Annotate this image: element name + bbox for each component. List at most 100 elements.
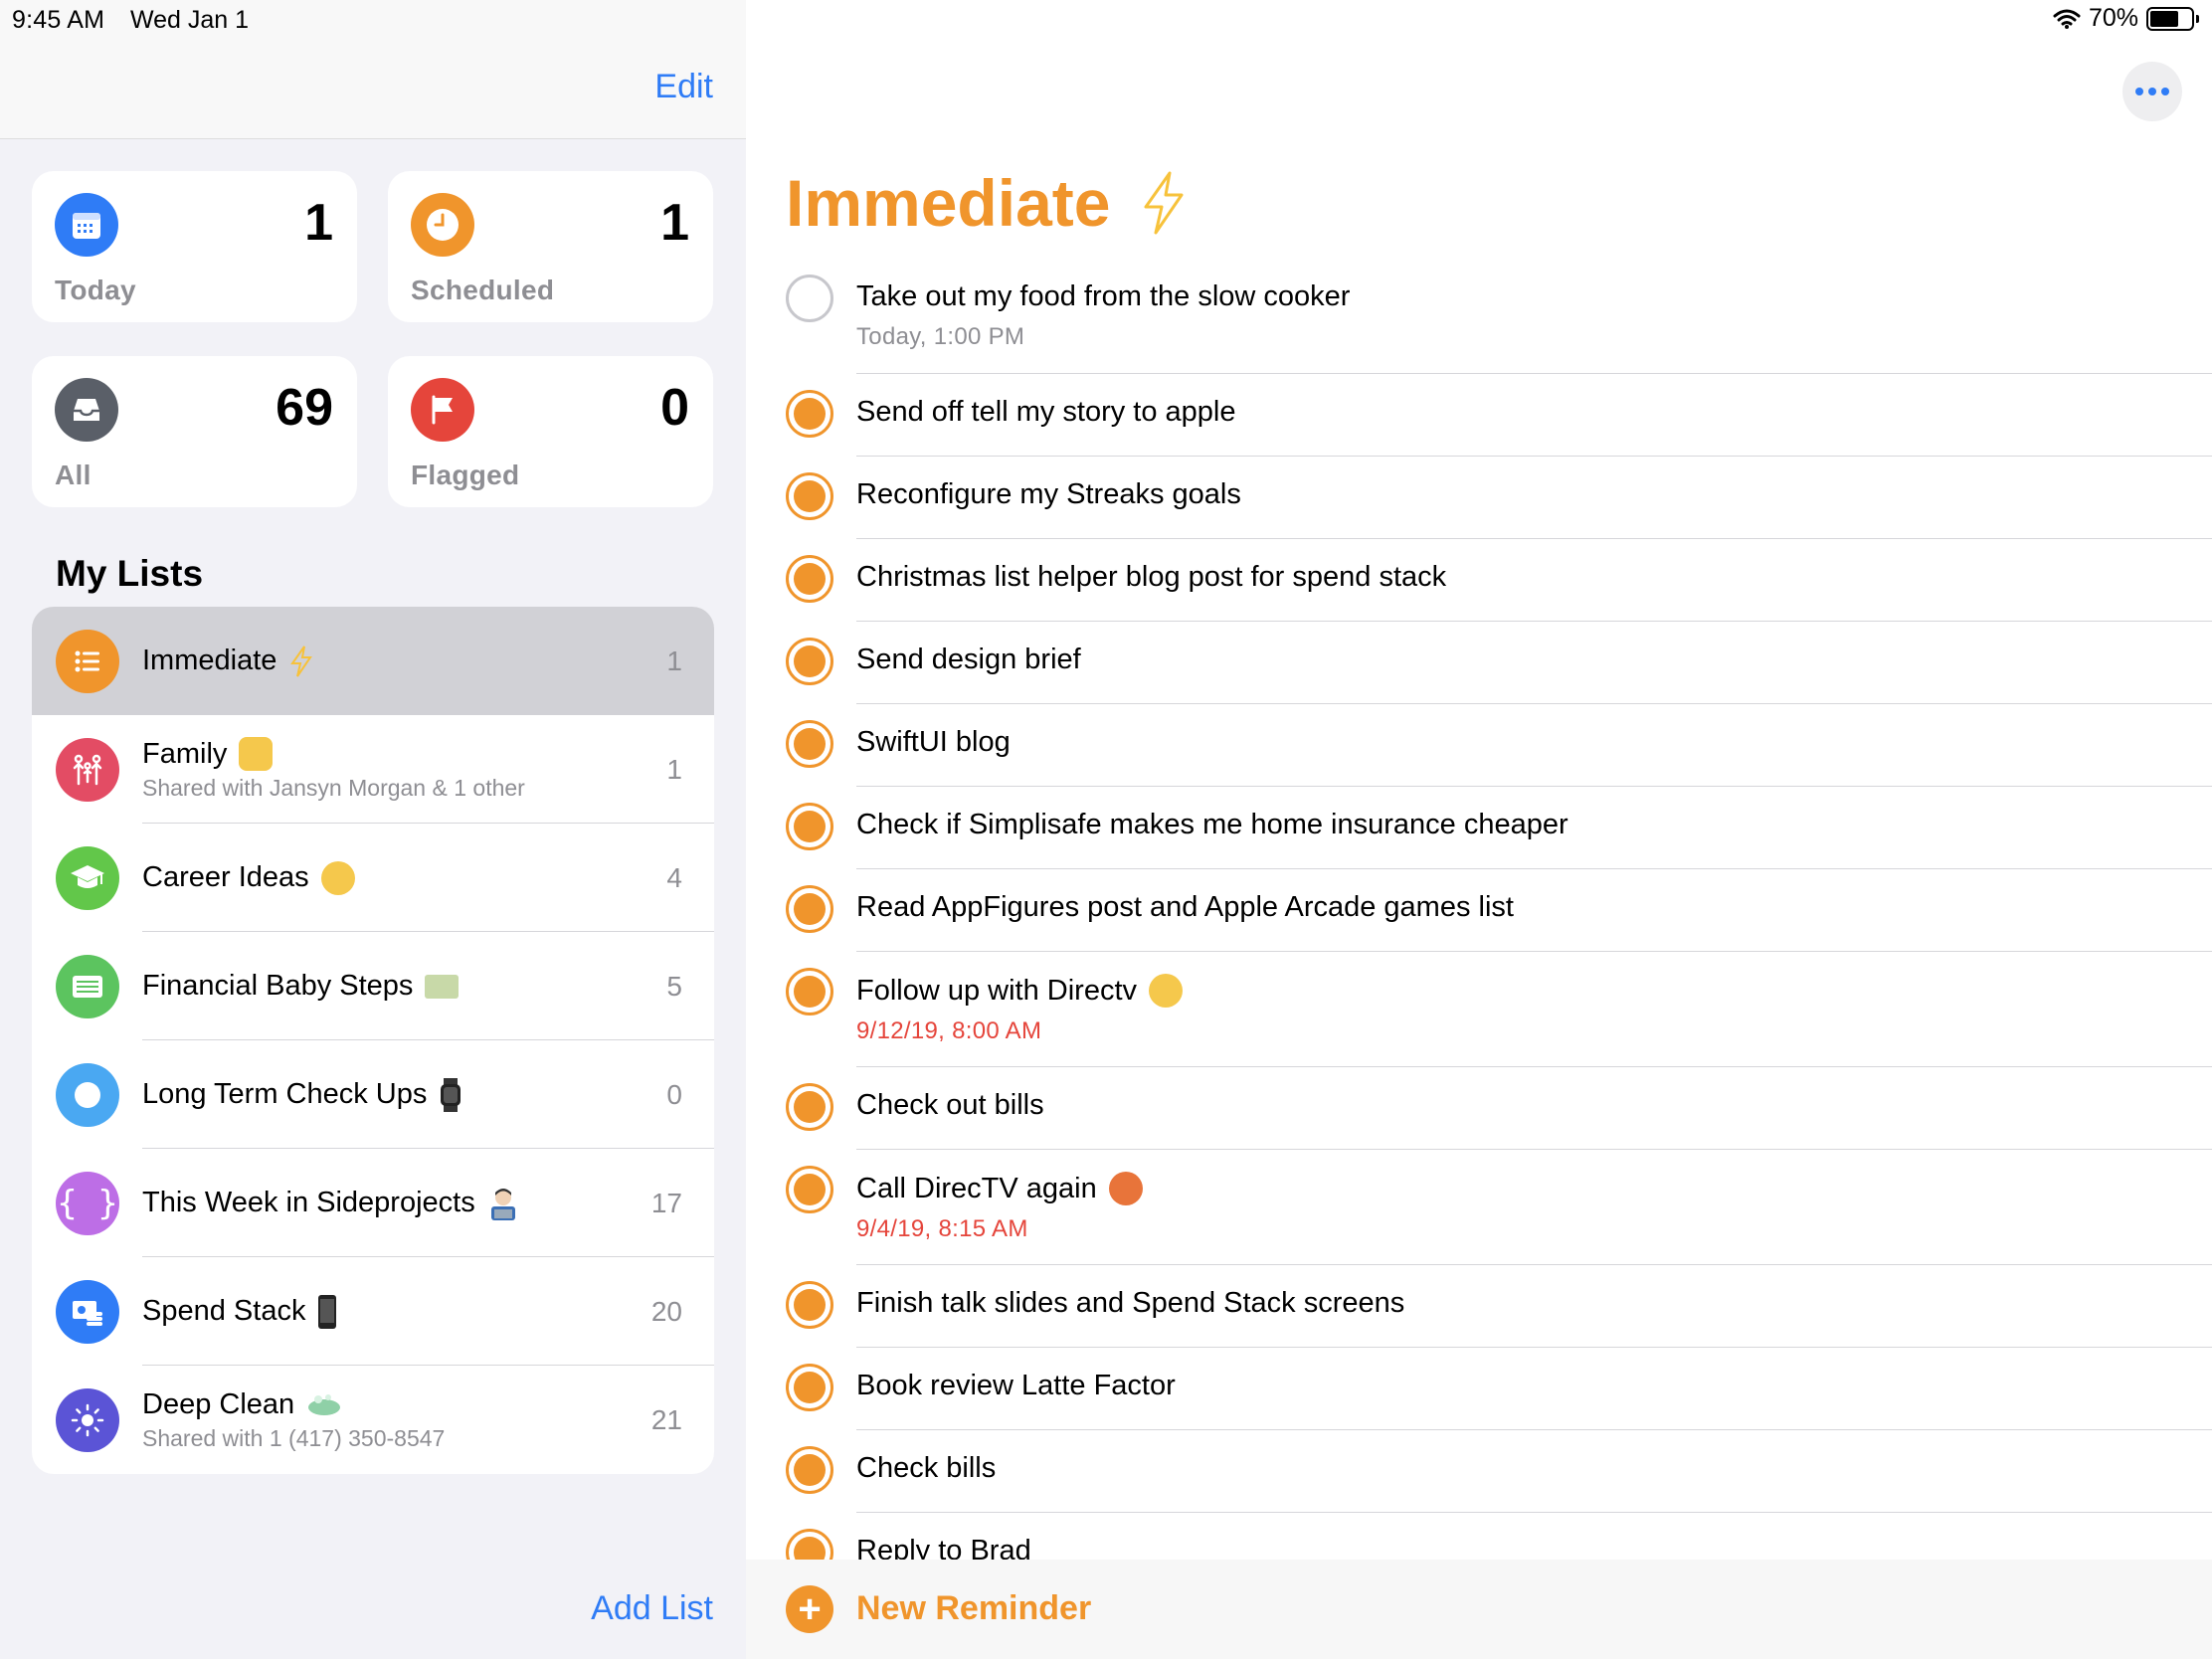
smart-list-flagged[interactable]: 0 Flagged	[388, 356, 713, 507]
reminder-checkbox[interactable]	[786, 968, 833, 1015]
reminder-checkbox[interactable]	[786, 1446, 833, 1494]
reminder-date: 9/12/19, 8:00 AM	[856, 1017, 1042, 1044]
new-reminder-button[interactable]: + New Reminder	[746, 1560, 2212, 1659]
list-item-long-term-check-ups[interactable]: Long Term Check Ups 0	[32, 1040, 714, 1149]
dot-icon	[2148, 88, 2156, 95]
list-count: 4	[666, 861, 682, 893]
list-title-text: Immediate	[786, 166, 1111, 240]
status-time: 9:45 AM	[12, 6, 105, 34]
reminder-row[interactable]: Call DirecTV again 9/4/19, 8:15 AM	[746, 1150, 2212, 1265]
status-indicators: 70%	[2053, 4, 2199, 33]
list-item-deep-clean[interactable]: Deep Clean Shared with 1 (417) 350-8547 …	[32, 1366, 714, 1474]
reminder-checkbox[interactable]	[786, 275, 833, 322]
battery-percent: 70%	[2088, 4, 2138, 32]
reminder-row[interactable]: Send design brief	[746, 622, 2212, 704]
reminder-checkbox[interactable]	[786, 555, 833, 603]
soap-icon	[308, 1394, 341, 1415]
list-item-family[interactable]: Family Shared with Jansyn Morgan & 1 oth…	[32, 715, 714, 824]
reminder-title: Follow up with Directv	[856, 974, 1138, 1007]
list-title: Immediate	[786, 165, 1188, 241]
main-pane: 70% Immediate Take out my food from the …	[746, 0, 2212, 1659]
reminder-checkbox[interactable]	[786, 803, 833, 850]
reminder-row[interactable]: SwiftUI blog	[746, 704, 2212, 787]
flag-icon	[411, 378, 474, 442]
angry-face-icon	[1108, 1172, 1143, 1205]
reminder-title: Finish talk slides and Spend Stack scree…	[856, 1287, 1405, 1319]
reminder-row[interactable]: Read AppFigures post and Apple Arcade ga…	[746, 869, 2212, 952]
list-item-this-week-in-sideprojects[interactable]: { } This Week in Sideprojects 17	[32, 1149, 714, 1257]
reminder-checkbox[interactable]	[786, 885, 833, 933]
reminder-checkbox[interactable]	[786, 1364, 833, 1411]
list-shared-subtitle: Shared with 1 (417) 350-8547	[142, 1424, 446, 1451]
reminder-title: Check out bills	[856, 1089, 1044, 1121]
wifi-icon	[2053, 9, 2081, 29]
braces-icon: { }	[56, 1171, 119, 1235]
list-item-financial-baby-steps[interactable]: Financial Baby Steps 5	[32, 932, 714, 1040]
reminder-title: Read AppFigures post and Apple Arcade ga…	[856, 891, 1514, 923]
list-name: This Week in Sideprojects	[142, 1187, 475, 1218]
list-name: Family	[142, 737, 228, 770]
reminder-checkbox[interactable]	[786, 472, 833, 520]
list-item-spend-stack[interactable]: Spend Stack 20	[32, 1257, 714, 1366]
sidebar-header	[0, 0, 746, 139]
list-count: 1	[666, 645, 682, 676]
family-icon	[56, 737, 119, 802]
tray-icon	[55, 378, 118, 442]
reminder-title: Book review Latte Factor	[856, 1370, 1176, 1401]
all-count: 69	[276, 379, 333, 437]
flagged-label: Flagged	[411, 460, 520, 490]
lightning-icon	[290, 645, 313, 677]
dot-icon	[2161, 88, 2169, 95]
reminder-row[interactable]: Check if Simplisafe makes me home insura…	[746, 787, 2212, 869]
reminder-title: SwiftUI blog	[856, 726, 1011, 758]
clock-icon	[411, 193, 474, 257]
reminder-row[interactable]: Check bills	[746, 1430, 2212, 1513]
reminder-row[interactable]: Send off tell my story to apple	[746, 374, 2212, 457]
scheduled-count: 1	[660, 194, 689, 252]
flagged-count: 0	[660, 379, 689, 437]
plus-icon: +	[786, 1585, 833, 1633]
list-item-career-ideas[interactable]: Career Ideas 4	[32, 824, 714, 932]
reminder-row[interactable]: Christmas list helper blog post for spen…	[746, 539, 2212, 622]
more-options-button[interactable]	[2122, 62, 2182, 121]
reminder-checkbox[interactable]	[786, 390, 833, 438]
reminder-checkbox[interactable]	[786, 638, 833, 685]
money-icon	[56, 954, 119, 1018]
list-count: 1	[666, 753, 682, 785]
circle-icon	[56, 1062, 119, 1127]
edit-button[interactable]: Edit	[654, 68, 713, 106]
smart-list-all[interactable]: 69 All	[32, 356, 357, 507]
thinking-face-icon	[320, 860, 355, 895]
family-emoji-icon	[239, 737, 274, 771]
reminder-checkbox[interactable]	[786, 1281, 833, 1329]
list-name: Financial Baby Steps	[142, 970, 414, 1002]
list-count: 5	[666, 970, 682, 1002]
add-list-button[interactable]: Add List	[591, 1589, 713, 1628]
my-lists-heading: My Lists	[56, 553, 204, 594]
smart-list-scheduled[interactable]: 1 Scheduled	[388, 171, 713, 322]
reminder-checkbox[interactable]	[786, 1083, 833, 1131]
reminder-row[interactable]: Take out my food from the slow cooker To…	[746, 259, 2212, 374]
reminder-title: Take out my food from the slow cooker	[856, 280, 1351, 312]
scheduled-label: Scheduled	[411, 275, 555, 305]
smart-list-today[interactable]: 1 Today	[32, 171, 357, 322]
lightning-icon	[1144, 171, 1184, 235]
reminder-checkbox[interactable]	[786, 1166, 833, 1213]
dollar-bill-icon	[425, 974, 460, 999]
reminder-title: Reconfigure my Streaks goals	[856, 478, 1241, 510]
reminder-date: 9/4/19, 8:15 AM	[856, 1215, 1028, 1242]
reminder-row[interactable]: Check out bills	[746, 1067, 2212, 1150]
reminder-row[interactable]: Finish talk slides and Spend Stack scree…	[746, 1265, 2212, 1348]
reminder-row[interactable]: Follow up with Directv 9/12/19, 8:00 AM	[746, 952, 2212, 1067]
watch-icon	[441, 1077, 461, 1112]
reminder-row[interactable]: Reconfigure my Streaks goals	[746, 457, 2212, 539]
list-bullet-icon	[56, 629, 119, 693]
calendar-icon	[55, 193, 118, 257]
reminder-title: Send off tell my story to apple	[856, 396, 1236, 428]
reminder-row[interactable]: Book review Latte Factor	[746, 1348, 2212, 1430]
list-item-immediate[interactable]: Immediate 1	[32, 607, 714, 715]
reminder-checkbox[interactable]	[786, 720, 833, 768]
my-lists: Immediate 1 Family Shared with Jansyn Mo…	[32, 607, 714, 1474]
today-label: Today	[55, 275, 136, 305]
reminder-title: Send design brief	[856, 644, 1081, 675]
